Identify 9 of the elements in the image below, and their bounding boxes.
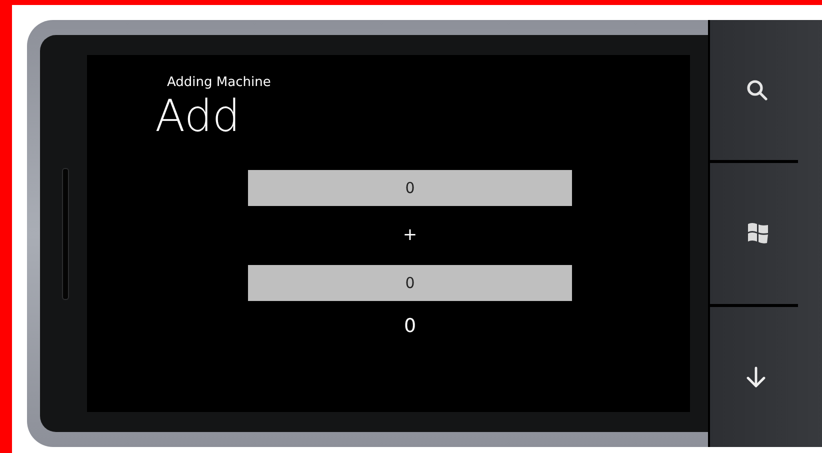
number-field[interactable]: 0 xyxy=(248,170,572,206)
search-icon[interactable] xyxy=(746,79,768,102)
app-title: Adding Machine xyxy=(167,75,272,91)
windows-logo-icon[interactable] xyxy=(746,221,770,246)
down-arrow-icon[interactable] xyxy=(746,366,766,388)
number-field[interactable]: 0 xyxy=(248,265,572,301)
page-title: Add xyxy=(155,91,242,143)
result-text: 0 xyxy=(404,314,416,338)
plus-sign: + xyxy=(402,224,418,247)
